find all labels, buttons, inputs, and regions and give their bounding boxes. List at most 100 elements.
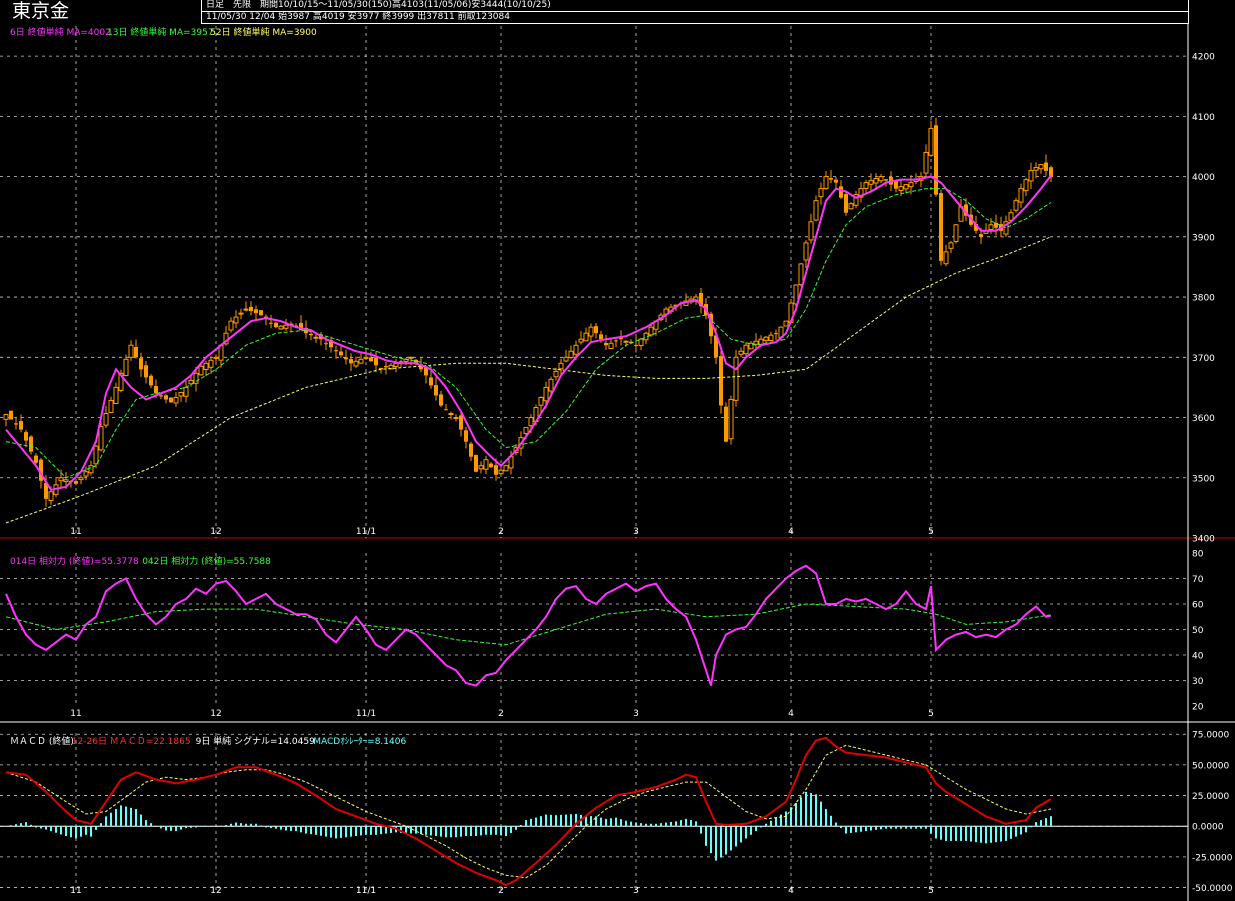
candle-body bbox=[278, 325, 284, 330]
macd-ytick-label: 50.0000 bbox=[1192, 761, 1229, 771]
candle-body bbox=[768, 334, 774, 342]
candle-body bbox=[249, 306, 253, 312]
candle-body bbox=[134, 347, 138, 358]
candle-body bbox=[369, 357, 373, 362]
candle-body bbox=[183, 386, 189, 397]
candle-body bbox=[988, 224, 994, 230]
candle-body bbox=[943, 251, 949, 265]
candle-body bbox=[1018, 188, 1024, 203]
rsi-ytick-label: 70 bbox=[1192, 575, 1204, 585]
candle-body bbox=[538, 396, 544, 406]
candle-body bbox=[923, 151, 929, 174]
candle-body bbox=[829, 178, 833, 180]
candle-body bbox=[558, 362, 564, 370]
candle-body bbox=[78, 477, 84, 481]
candle-body bbox=[783, 320, 789, 327]
candle-body bbox=[128, 344, 134, 358]
candle-body bbox=[753, 340, 759, 345]
candle-body bbox=[384, 365, 388, 368]
candle-body bbox=[839, 186, 843, 198]
candle-body bbox=[169, 397, 173, 403]
candle-body bbox=[233, 316, 239, 324]
candle-body bbox=[429, 377, 433, 386]
candle-body bbox=[9, 410, 13, 420]
price-month-label: 3 bbox=[633, 527, 639, 537]
candle-body bbox=[193, 372, 199, 384]
candle-body bbox=[604, 342, 608, 346]
candle-body bbox=[274, 322, 278, 328]
candle-body bbox=[254, 309, 258, 314]
macd-legend-1: 12-26日 ＭＡＣＤ=22.1865 bbox=[72, 736, 191, 747]
price-month-label: 5 bbox=[928, 527, 934, 537]
candle-body bbox=[203, 362, 209, 370]
candle-body bbox=[113, 386, 119, 404]
rsi-ytick-label: 30 bbox=[1192, 677, 1204, 687]
price-ytick-label: 3600 bbox=[1192, 414, 1215, 424]
candle-body bbox=[608, 342, 614, 349]
candle-body bbox=[728, 398, 734, 440]
macd-ytick-label: -50.0000 bbox=[1192, 884, 1233, 894]
candle-body bbox=[638, 338, 644, 346]
candle-body bbox=[453, 417, 459, 420]
candle-body bbox=[408, 356, 414, 359]
price-legend-0: 6日 終値単純 MA=4002 bbox=[10, 26, 111, 38]
rsi-month-label: 11/1 bbox=[356, 709, 376, 719]
candle-body bbox=[353, 360, 359, 367]
candle-body bbox=[1044, 162, 1048, 171]
candle-body bbox=[34, 455, 38, 463]
candle-body bbox=[1028, 170, 1034, 182]
candle-body bbox=[238, 312, 244, 315]
price-ytick-label: 3900 bbox=[1192, 233, 1215, 243]
candle-body bbox=[154, 386, 158, 394]
rsi-ytick-label: 40 bbox=[1192, 652, 1204, 662]
candle-body bbox=[648, 326, 654, 336]
candle-body bbox=[578, 338, 584, 343]
rsi14-line bbox=[5, 564, 1052, 687]
candle-body bbox=[139, 358, 143, 370]
candle-body bbox=[808, 221, 814, 241]
candle-body bbox=[884, 179, 888, 181]
candle-body bbox=[878, 176, 884, 182]
candle-body bbox=[614, 340, 618, 342]
candle-body bbox=[818, 188, 824, 198]
candle-body bbox=[738, 350, 744, 355]
candle-body bbox=[724, 406, 728, 442]
candle-body bbox=[334, 350, 338, 352]
rsi42-line bbox=[5, 603, 1052, 646]
candle-body bbox=[339, 351, 343, 356]
candle-body bbox=[898, 186, 904, 191]
candle-body bbox=[14, 423, 18, 425]
candle-body bbox=[483, 459, 489, 470]
candle-body bbox=[743, 344, 749, 355]
candle-body bbox=[588, 326, 594, 337]
price-month-label: 4 bbox=[788, 527, 794, 537]
candle-body bbox=[349, 359, 353, 364]
candle-body bbox=[88, 465, 94, 474]
rsi-month-label: 5 bbox=[928, 709, 934, 719]
candle-body bbox=[903, 184, 909, 190]
candle-body bbox=[29, 436, 33, 452]
rsi-month-label: 4 bbox=[788, 709, 794, 719]
candle-body bbox=[283, 324, 289, 329]
candle-body bbox=[3, 414, 9, 420]
macd-legend-3: MACDｵｼﾚｰﾀｰ=8.1406 bbox=[313, 736, 406, 747]
ma6-line bbox=[5, 174, 1052, 491]
candle-body bbox=[448, 413, 454, 416]
candle-body bbox=[393, 362, 399, 367]
candle-body bbox=[98, 426, 104, 451]
candle-body bbox=[543, 386, 549, 402]
candle-body bbox=[344, 357, 348, 360]
price-month-label: 12 bbox=[210, 527, 221, 537]
candle-body bbox=[798, 263, 804, 286]
candle-body bbox=[478, 465, 484, 470]
macd-ytick-label: 0.0000 bbox=[1192, 823, 1224, 833]
candle-body bbox=[309, 333, 313, 336]
price-ytick-label: 3400 bbox=[1192, 535, 1215, 545]
candle-body bbox=[48, 491, 54, 501]
price-month-label: 11 bbox=[70, 527, 81, 537]
candle-body bbox=[108, 399, 114, 413]
price-ytick-label: 3500 bbox=[1192, 474, 1215, 484]
rsi-ytick-label: 20 bbox=[1192, 703, 1204, 713]
candle-body bbox=[523, 427, 529, 434]
macd-month-label: 11 bbox=[70, 886, 81, 896]
